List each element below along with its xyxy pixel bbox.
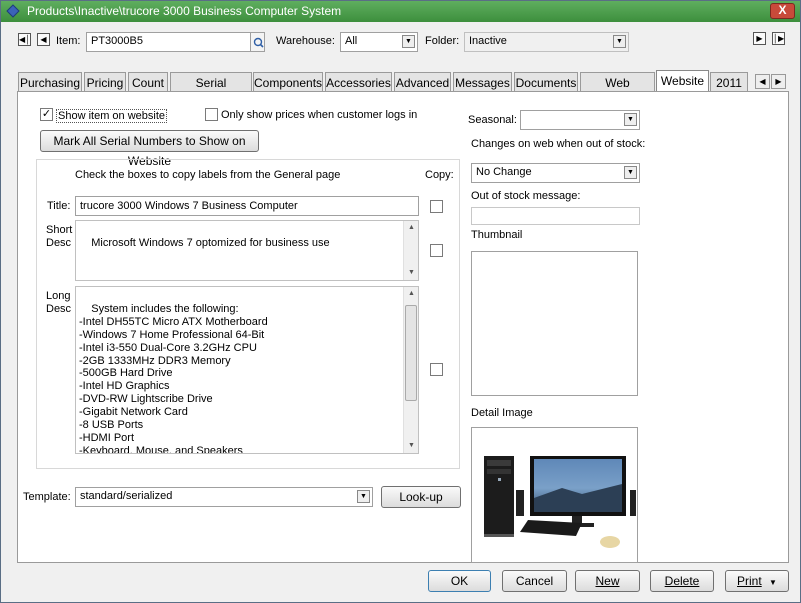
- warehouse-label: Warehouse:: [276, 35, 335, 47]
- cancel-button[interactable]: Cancel: [502, 570, 567, 592]
- long-desc-label-2: Desc: [46, 303, 72, 315]
- only-prices-login-checkbox[interactable]: [205, 108, 218, 121]
- window-title: Products\Inactive\trucore 3000 Business …: [27, 4, 342, 18]
- long-desc-text: System includes the following: -Intel DH…: [79, 302, 268, 454]
- lookup-button[interactable]: Look-up: [381, 486, 461, 508]
- warehouse-select[interactable]: All ▼: [340, 32, 418, 52]
- computer-image: [484, 456, 636, 548]
- folder-value: Inactive: [469, 35, 507, 47]
- short-desc-field[interactable]: Microsoft Windows 7 optomized for busine…: [75, 220, 419, 281]
- show-on-website-label: Show item on website: [56, 109, 167, 123]
- short-desc-text: Microsoft Windows 7 optomized for busine…: [91, 236, 330, 249]
- long-desc-label-1: Long: [46, 290, 71, 302]
- thumbnail-image[interactable]: [471, 251, 638, 396]
- detail-image[interactable]: [471, 427, 638, 563]
- tab-2011[interactable]: 2011: [710, 72, 748, 92]
- chevron-down-icon: ▼: [624, 166, 637, 179]
- tab-purchasing[interactable]: Purchasing: [18, 72, 82, 92]
- template-value: standard/serialized: [80, 490, 173, 502]
- scroll-up-icon[interactable]: ▲: [404, 287, 418, 301]
- scroll-down-icon[interactable]: ▼: [404, 266, 418, 280]
- chevron-down-icon: ▼: [613, 35, 626, 48]
- folder-select[interactable]: Inactive ▼: [464, 32, 629, 52]
- out-of-stock-msg-label: Out of stock message:: [471, 190, 581, 202]
- tab-website[interactable]: Website: [656, 70, 709, 92]
- close-button[interactable]: X: [770, 3, 795, 19]
- title-bar: Products\Inactive\trucore 3000 Business …: [1, 1, 800, 22]
- delete-button[interactable]: Delete: [650, 570, 714, 592]
- copy-short-desc-checkbox[interactable]: [430, 244, 443, 257]
- only-prices-login-label: Only show prices when customer logs in: [221, 109, 418, 121]
- tab-count[interactable]: Count: [128, 72, 168, 92]
- out-of-stock-msg-field[interactable]: [471, 207, 640, 225]
- print-button[interactable]: Print ▼: [725, 570, 789, 592]
- title-field[interactable]: trucore 3000 Windows 7 Business Computer: [75, 196, 419, 216]
- copy-label: Copy:: [425, 169, 454, 181]
- scroll-thumb[interactable]: [405, 305, 417, 401]
- tab-pricing[interactable]: Pricing: [84, 72, 126, 92]
- item-field[interactable]: PT3000B5: [86, 32, 251, 52]
- copy-instructions: Check the boxes to copy labels from the …: [75, 169, 341, 181]
- tab-documents[interactable]: Documents: [514, 72, 578, 92]
- tab-web-reviews[interactable]: Web Reviews: [580, 72, 655, 104]
- thumbnail-label: Thumbnail: [471, 229, 523, 241]
- title-label: Title:: [47, 200, 71, 212]
- previous-record-icon[interactable]: ◀: [37, 33, 50, 46]
- chevron-down-icon: ▼: [402, 35, 415, 48]
- chevron-down-icon: ▼: [769, 578, 777, 587]
- tab-messages[interactable]: Messages: [453, 72, 512, 92]
- warehouse-value: All: [345, 35, 358, 47]
- app-icon: [6, 4, 20, 18]
- short-desc-label-1: Short: [46, 224, 73, 236]
- tab-scroll-left-icon[interactable]: ◀: [755, 74, 770, 89]
- scroll-down-icon[interactable]: ▼: [404, 439, 418, 453]
- seasonal-label: Seasonal:: [468, 114, 517, 126]
- product-window: Products\Inactive\trucore 3000 Business …: [0, 0, 801, 603]
- first-record-icon[interactable]: ◀│: [18, 33, 31, 46]
- tab-advanced[interactable]: Advanced: [394, 72, 451, 92]
- new-button-label: New: [595, 574, 620, 588]
- copy-long-desc-checkbox[interactable]: [430, 363, 443, 376]
- new-button[interactable]: New: [575, 570, 640, 592]
- tab-scroll-right-icon[interactable]: ▶: [771, 74, 786, 89]
- next-record-icon[interactable]: ▶: [753, 32, 766, 45]
- template-label: Template:: [23, 491, 71, 503]
- last-record-icon[interactable]: │▶: [772, 32, 785, 45]
- out-of-stock-change-label: Changes on web when out of stock:: [471, 138, 646, 150]
- chevron-down-icon: ▼: [624, 113, 637, 126]
- long-desc-scrollbar[interactable]: ▲ ▼: [403, 287, 418, 453]
- search-icon[interactable]: [250, 32, 265, 52]
- template-select[interactable]: standard/serialized ▼: [75, 487, 373, 507]
- scroll-up-icon[interactable]: ▲: [404, 221, 418, 235]
- delete-button-label: Delete: [664, 574, 700, 588]
- tab-serial-numbers[interactable]: Serial Numbers: [170, 72, 252, 104]
- tab-components[interactable]: Components: [253, 72, 323, 92]
- chevron-down-icon: ▼: [357, 490, 370, 503]
- short-desc-scrollbar[interactable]: ▲ ▼: [403, 221, 418, 280]
- long-desc-field[interactable]: System includes the following: -Intel DH…: [75, 286, 419, 454]
- mark-serials-button[interactable]: Mark All Serial Numbers to Show on Websi…: [40, 130, 259, 168]
- seasonal-select[interactable]: ▼: [520, 110, 640, 130]
- folder-label: Folder:: [425, 35, 460, 47]
- copy-title-checkbox[interactable]: [430, 200, 443, 213]
- detail-image-label: Detail Image: [471, 407, 533, 419]
- item-label: Item:: [56, 35, 81, 47]
- out-of-stock-change-select[interactable]: No Change ▼: [471, 163, 640, 183]
- tab-accessories[interactable]: Accessories: [325, 72, 392, 92]
- short-desc-label-2: Desc: [46, 237, 72, 249]
- ok-button[interactable]: OK: [428, 570, 491, 592]
- show-on-website-checkbox[interactable]: ✓: [40, 108, 53, 121]
- out-of-stock-change-value: No Change: [476, 166, 532, 178]
- print-button-label: Print: [737, 574, 762, 588]
